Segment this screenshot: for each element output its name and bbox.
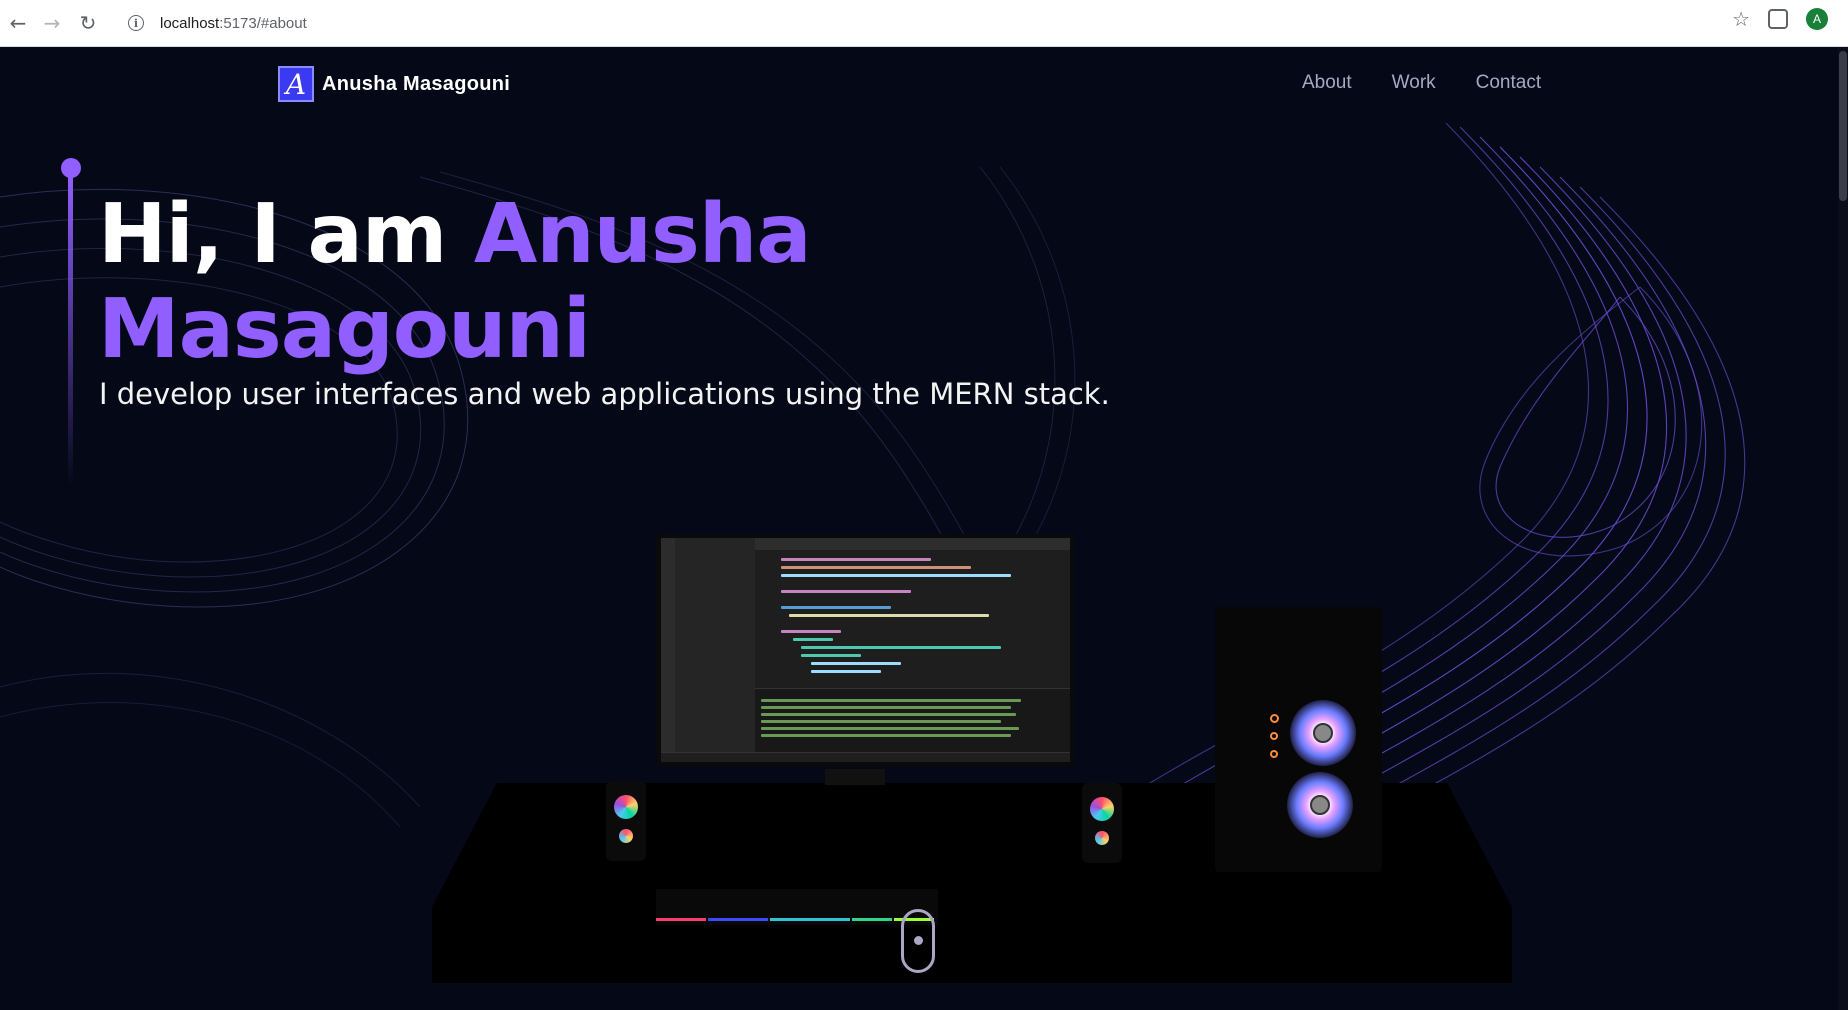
page-scrollbar[interactable]: [1838, 47, 1848, 1010]
back-icon[interactable]: ←: [0, 5, 36, 41]
terminal-line: [761, 699, 1021, 702]
page-scrollbar-thumb[interactable]: [1839, 51, 1847, 201]
nav-link-work[interactable]: Work: [1392, 72, 1436, 94]
hero-name-last: Masagouni: [98, 282, 591, 377]
hero-accent-line: [68, 177, 73, 487]
terminal-line: [761, 713, 1016, 716]
speaker-light: [614, 795, 638, 819]
terminal-line: [761, 727, 1019, 730]
editor-statusbar: [661, 752, 1070, 762]
speaker-light: [619, 829, 633, 843]
code-line: [801, 654, 861, 657]
url-text[interactable]: localhost:5173/#about: [160, 15, 307, 32]
keyboard-light: [852, 918, 892, 921]
site-info-icon[interactable]: i: [128, 15, 144, 31]
scroll-to-about-indicator[interactable]: [901, 909, 935, 973]
terminal-line: [761, 734, 1011, 737]
profile-avatar[interactable]: A: [1806, 8, 1828, 30]
reload-icon[interactable]: ↻: [70, 5, 106, 41]
scroll-indicator-dot: [914, 936, 923, 945]
speaker-light: [1090, 797, 1114, 821]
code-line: [781, 558, 931, 561]
tower-button-light: [1270, 714, 1279, 723]
code-line: [801, 646, 1001, 649]
monitor-stand: [825, 769, 885, 785]
editor-activity-bar: [661, 538, 675, 762]
site-navbar: A Anusha Masagouni About Work Contact: [0, 47, 1838, 123]
keyboard: [656, 889, 938, 925]
speaker-light: [1095, 831, 1109, 845]
address-bar[interactable]: i localhost:5173/#about: [118, 6, 1698, 40]
nav-link-about[interactable]: About: [1302, 72, 1352, 94]
code-line: [781, 574, 1011, 577]
left-speaker: [606, 781, 646, 861]
keyboard-light: [708, 918, 768, 921]
code-line: [781, 606, 891, 609]
forward-icon[interactable]: →: [34, 5, 70, 41]
code-line: [793, 638, 833, 641]
tower-button-light: [1270, 750, 1278, 758]
code-line: [781, 590, 911, 593]
tower-fan: [1287, 772, 1353, 838]
bookmark-star-icon[interactable]: ☆: [1732, 7, 1750, 31]
tower-button-light: [1270, 732, 1278, 740]
browser-toolbar: ← → ↻ i localhost:5173/#about ☆ A: [0, 0, 1848, 47]
right-speaker: [1082, 783, 1122, 863]
fan-hub: [1310, 795, 1330, 815]
site-logo[interactable]: A: [278, 66, 314, 102]
extensions-icon[interactable]: [1768, 9, 1788, 29]
nav-links: About Work Contact: [1302, 72, 1541, 94]
monitor-screen: [657, 534, 1074, 766]
nav-link-contact[interactable]: Contact: [1476, 72, 1541, 94]
editor-explorer: [675, 538, 755, 762]
keyboard-light: [770, 918, 850, 921]
hero-greeting: Hi, I am: [98, 187, 474, 282]
code-line: [781, 630, 841, 633]
code-line: [811, 662, 901, 665]
pc-tower: [1215, 607, 1382, 872]
code-line: [781, 566, 971, 569]
editor-terminal: [755, 688, 1070, 752]
code-line: [789, 614, 989, 617]
hero-accent-dot: [61, 158, 81, 178]
page-viewport: A Anusha Masagouni About Work Contact Hi…: [0, 47, 1848, 1010]
url-path: :5173/#about: [219, 14, 307, 32]
hero-name-first: Anusha: [473, 187, 812, 282]
brand-name[interactable]: Anusha Masagouni: [322, 73, 510, 96]
tower-fan: [1290, 700, 1356, 766]
terminal-line: [761, 706, 1011, 709]
editor-tabs: [755, 538, 1070, 550]
fan-hub: [1313, 723, 1333, 743]
url-host: localhost: [160, 14, 220, 32]
code-line: [811, 670, 881, 673]
keyboard-light: [656, 918, 706, 921]
hero-subtitle: I develop user interfaces and web applic…: [99, 377, 1110, 411]
terminal-line: [761, 720, 1001, 723]
hero-title: Hi, I am Anusha Masagouni: [98, 187, 898, 377]
